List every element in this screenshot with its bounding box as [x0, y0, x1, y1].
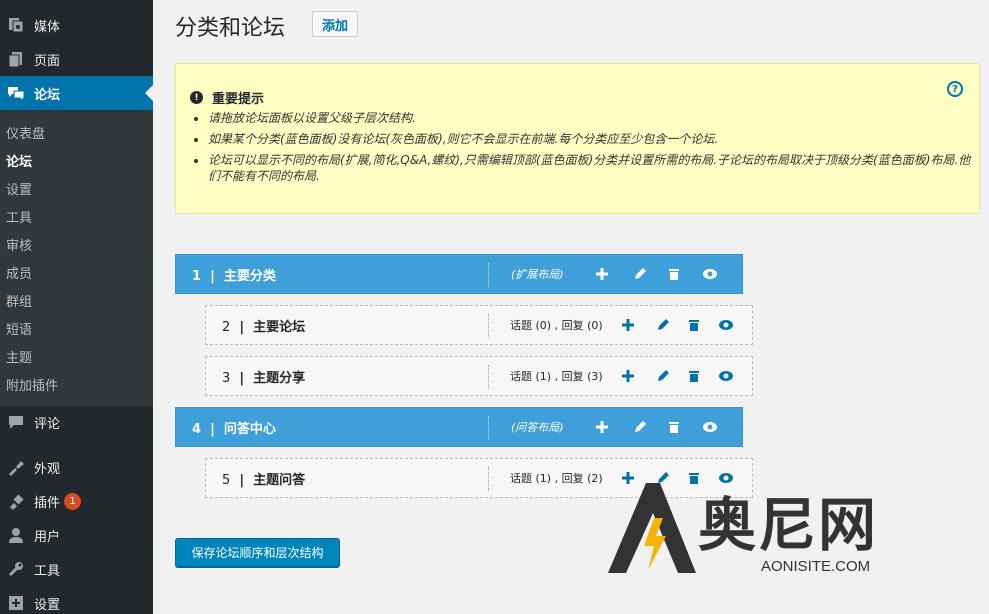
menu-item-label: 设置 [34, 597, 61, 613]
submenu-phrases[interactable]: 短语 [6, 319, 32, 338]
delete-icon[interactable] [666, 419, 682, 435]
topic-reply-count: 话题 (0) , 回复 (0) [510, 319, 603, 332]
row-divider [488, 416, 489, 440]
comments-icon [6, 412, 26, 432]
view-icon[interactable] [702, 419, 718, 435]
add-icon[interactable] [620, 368, 636, 384]
submenu-forums[interactable]: 论坛 [6, 151, 32, 170]
menu-item-tools[interactable]: 工具 [0, 552, 153, 586]
menu-item-label: 评论 [34, 416, 61, 432]
appearance-icon [6, 457, 26, 477]
important-notice: ! 重要提示 ? 请拖放论坛面板以设置父级子层次结构. 如果某个分类(蓝色面板)… [175, 63, 980, 214]
submenu-settings[interactable]: 设置 [6, 179, 32, 198]
menu-item-label: 论坛 [34, 87, 61, 103]
notice-title-text: 重要提示 [212, 92, 265, 107]
row-number: 3 [222, 370, 231, 386]
menu-item-users[interactable]: 用户 [0, 518, 153, 552]
menu-item-label: 媒体 [34, 19, 61, 35]
row-name: 主题问答 [253, 472, 306, 488]
menu-item-appearance[interactable]: 外观 [0, 450, 153, 484]
row-divider [488, 263, 489, 287]
info-icon: ! [190, 91, 203, 104]
forum-icon [6, 83, 26, 103]
menu-item-label: 插件 [34, 495, 61, 511]
delete-icon[interactable] [686, 368, 702, 384]
submenu-moderation[interactable]: 审核 [6, 235, 32, 254]
row-number: 2 [222, 319, 231, 335]
submenu-themes[interactable]: 主题 [6, 347, 32, 366]
add-new-button[interactable]: 添加 [312, 11, 358, 37]
row-name: 主要分类 [223, 268, 276, 284]
pages-icon [6, 49, 26, 69]
row-number: 5 [222, 472, 231, 488]
menu-item-label: 工具 [34, 563, 61, 579]
submenu-members[interactable]: 成员 [6, 263, 32, 282]
plugins-icon [6, 491, 26, 511]
edit-icon[interactable] [655, 368, 671, 384]
row-number: 1 [192, 268, 202, 284]
menu-item-media[interactable]: 媒体 [0, 8, 153, 42]
view-icon[interactable] [702, 266, 718, 282]
page-title: 分类和论坛 [175, 16, 286, 41]
submenu-groups[interactable]: 群组 [6, 291, 32, 310]
row-divider [488, 467, 489, 491]
topic-reply-count: 话题 (1) , 回复 (3) [510, 370, 603, 383]
submenu-dashboard[interactable]: 仪表盘 [6, 123, 45, 142]
notice-item: 论坛可以显示不同的布局(扩展,简化,Q&A,螺纹),只需编辑顶部(蓝色面板)分类… [208, 152, 978, 184]
notice-title: ! 重要提示 [190, 88, 264, 107]
add-icon[interactable] [594, 419, 610, 435]
row-divider [488, 314, 489, 338]
watermark-url: AONISITE.COM [761, 558, 871, 575]
settings-icon [6, 593, 26, 613]
submenu-tools[interactable]: 工具 [6, 207, 32, 226]
topic-reply-count: 话题 (1) , 回复 (2) [510, 472, 603, 485]
notice-item: 如果某个分类(蓝色面板)没有论坛(灰色面板),则它不会显示在前端.每个分类应至少… [208, 131, 978, 147]
delete-icon[interactable] [666, 266, 682, 282]
layout-label: (问答布局) [511, 421, 564, 434]
row-number: 4 [192, 421, 202, 437]
row-name: 主要论坛 [253, 319, 306, 335]
category-row[interactable]: 4 | 问答中心 (问答布局) [175, 407, 743, 447]
menu-item-label: 用户 [34, 529, 61, 545]
menu-item-pages[interactable]: 页面 [0, 42, 153, 76]
submenu-addons[interactable]: 附加插件 [6, 375, 58, 394]
lightning-logo-icon [608, 483, 696, 573]
forum-submenu: 仪表盘 论坛 设置 工具 审核 成员 群组 短语 主题 附加插件 [0, 110, 153, 406]
add-icon[interactable] [594, 266, 610, 282]
row-name: 主题分享 [253, 370, 306, 386]
menu-item-settings[interactable]: 设置 [0, 586, 153, 614]
admin-sidebar: 媒体 页面 论坛 仪表盘 论坛 设置 工具 审核 成员 群组 短语 主题 附加插… [0, 0, 153, 614]
edit-icon[interactable] [632, 266, 648, 282]
update-count-badge: 1 [64, 492, 82, 510]
notice-list: 请拖放论坛面板以设置父级子层次结构. 如果某个分类(蓝色面板)没有论坛(灰色面板… [208, 110, 978, 189]
forum-row[interactable]: 2 | 主要论坛 话题 (0) , 回复 (0) [205, 305, 753, 345]
save-order-button[interactable]: 保存论坛顺序和层次结构 [175, 538, 340, 567]
forum-row[interactable]: 3 | 主题分享 话题 (1) , 回复 (3) [205, 356, 753, 396]
menu-item-label: 页面 [34, 53, 61, 69]
row-divider [488, 365, 489, 389]
menu-item-forums[interactable]: 论坛 [0, 76, 153, 110]
category-row[interactable]: 1 | 主要分类 (扩展布局) [175, 254, 743, 294]
notice-item: 请拖放论坛面板以设置父级子层次结构. [208, 110, 978, 126]
view-icon[interactable] [718, 368, 734, 384]
menu-item-label: 外观 [34, 461, 61, 477]
menu-item-comments[interactable]: 评论 [0, 405, 153, 439]
menu-item-plugins[interactable]: 插件 1 [0, 484, 153, 518]
watermark-logo: 奥尼网 AONISITE.COM [608, 478, 948, 578]
edit-icon[interactable] [632, 419, 648, 435]
add-icon[interactable] [620, 317, 636, 333]
wrench-icon [6, 559, 26, 579]
watermark-text: 奥尼网 [698, 491, 879, 559]
users-icon [6, 525, 26, 545]
view-icon[interactable] [718, 317, 734, 333]
help-icon[interactable]: ? [947, 81, 963, 97]
layout-label: (扩展布局) [511, 268, 564, 281]
edit-icon[interactable] [655, 317, 671, 333]
media-icon [6, 15, 26, 35]
delete-icon[interactable] [686, 317, 702, 333]
row-name: 问答中心 [223, 421, 276, 437]
